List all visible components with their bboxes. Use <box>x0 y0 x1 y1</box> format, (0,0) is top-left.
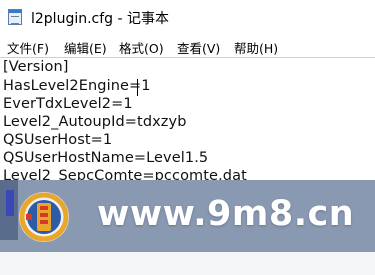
editor-line: [Version] <box>3 59 69 75</box>
watermark-url-text: www.9m8.cn <box>97 194 355 234</box>
watermark-photo-strip <box>0 180 18 240</box>
menu-help[interactable]: 帮助(H) <box>234 38 278 57</box>
menu-format[interactable]: 格式(O) <box>119 38 164 57</box>
menu-edit[interactable]: 编辑(E) <box>64 38 107 57</box>
editor-line: Level2_AutoupId=tdxzyb <box>3 114 187 130</box>
window-title: l2plugin.cfg - 记事本 <box>31 11 170 27</box>
editor-line: QSUserHost=1 <box>3 132 113 148</box>
text-caret <box>137 79 138 96</box>
watermark-fade <box>0 252 375 275</box>
notepad-icon <box>8 9 22 25</box>
notepad-window: l2plugin.cfg - 记事本 文件(F) 编辑(E) 格式(O) 查看(… <box>0 0 375 275</box>
title-bar: l2plugin.cfg - 记事本 <box>0 0 375 35</box>
menu-file[interactable]: 文件(F) <box>7 38 49 57</box>
menu-bar: 文件(F) 编辑(E) 格式(O) 查看(V) 帮助(H) <box>0 35 375 57</box>
editor-line: EverTdxLevel2=1 <box>3 96 133 112</box>
seal-logo-icon <box>19 192 69 242</box>
editor-line: QSUserHostName=Level1.5 <box>3 150 209 166</box>
menu-view[interactable]: 查看(V) <box>177 38 220 57</box>
editor-line: HasLevel2Engine=1 <box>3 78 151 94</box>
